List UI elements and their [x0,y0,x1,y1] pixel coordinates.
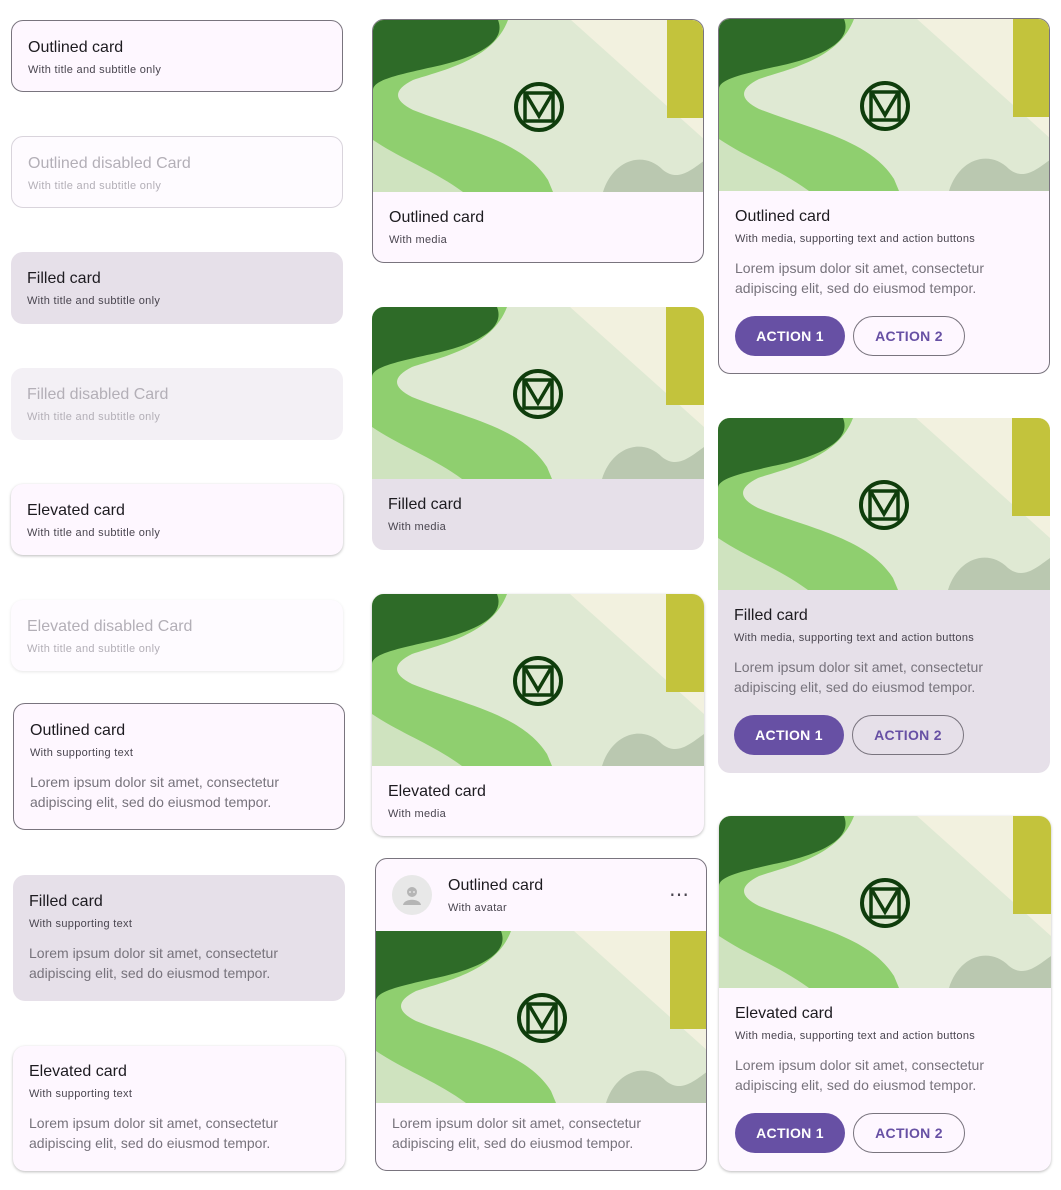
card-media [718,418,1050,590]
media-artwork [719,816,1051,988]
card-subtitle: With media, supporting text and action b… [735,1030,976,1042]
card-media [376,931,706,1103]
card-subtitle: With media, supporting text and action b… [734,632,975,644]
more-horizontal-icon[interactable]: ⋯ [669,885,690,905]
media-artwork [373,20,703,192]
media-artwork [376,931,706,1103]
card-title: Elevated disabled Card [27,618,193,635]
person-avatar-icon [403,887,421,905]
action-1-button[interactable]: ACTION 1 [734,715,844,755]
card-subtitle: With title and subtitle only [27,643,161,655]
card-title: Filled disabled Card [27,386,169,403]
card-media [373,20,703,192]
supporting-text: Lorem ipsum dolor sit amet, consectetur … [29,1115,278,1151]
filled-full-card[interactable]: Filled card With media, supporting text … [718,418,1050,773]
card-subtitle: With title and subtitle only [27,527,161,539]
outlined-media-card[interactable]: Outlined card With media [372,19,704,263]
outlined-card[interactable]: Outlined card With title and subtitle on… [11,20,343,92]
filled-card[interactable]: Filled card With title and subtitle only [11,252,343,324]
supporting-text: Lorem ipsum dolor sit amet, consectetur … [735,260,984,296]
outlined-full-card[interactable]: Outlined card With media, supporting tex… [718,18,1050,374]
card-subtitle: With supporting text [29,918,133,930]
card-title: Filled card [27,270,101,287]
card-subtitle: With avatar [448,901,507,914]
card-subtitle: With media, supporting text and action b… [735,233,976,245]
card-subtitle: With media [388,521,447,533]
supporting-text: Lorem ipsum dolor sit amet, consectetur … [30,774,279,810]
card-subtitle: With title and subtitle only [28,180,162,192]
card-title: Filled card [388,496,462,513]
media-artwork [718,418,1050,590]
elevated-disabled-card: Elevated disabled Card With title and su… [11,600,343,671]
filled-media-card[interactable]: Filled card With media [372,307,704,550]
card-title: Outlined disabled Card [28,155,191,172]
card-title: Elevated card [388,783,486,800]
media-artwork [372,594,704,766]
supporting-text: Lorem ipsum dolor sit amet, consectetur … [735,1057,984,1093]
card-subtitle: With title and subtitle only [27,411,161,423]
supporting-text: Lorem ipsum dolor sit amet, consectetur … [392,1115,641,1151]
filled-disabled-card: Filled disabled Card With title and subt… [11,368,343,440]
elevated-supporting-card[interactable]: Elevated card With supporting text Lorem… [13,1046,345,1171]
card-media [372,307,704,479]
card-subtitle: With title and subtitle only [27,295,161,307]
card-title: Filled card [29,893,103,910]
card-subtitle: With supporting text [29,1088,133,1100]
supporting-text: Lorem ipsum dolor sit amet, consectetur … [734,659,983,695]
elevated-full-card[interactable]: Elevated card With media, supporting tex… [719,816,1051,1171]
card-media [372,594,704,766]
card-title: Outlined card [735,208,831,225]
card-title: Outlined card [448,876,544,894]
card-title: Elevated card [735,1005,833,1022]
action-1-button[interactable]: ACTION 1 [735,1113,845,1153]
card-title: Elevated card [29,1063,127,1080]
avatar [392,875,432,915]
card-subtitle: With media [388,808,447,820]
card-title: Outlined card [389,209,485,226]
card-media [719,816,1051,988]
card-title: Outlined card [30,722,126,739]
card-media [719,19,1049,191]
action-1-button[interactable]: ACTION 1 [735,316,845,356]
card-subtitle: With title and subtitle only [28,64,162,76]
card-title: Filled card [734,607,808,624]
elevated-media-card[interactable]: Elevated card With media [372,594,704,836]
card-title: Elevated card [27,502,125,519]
elevated-card[interactable]: Elevated card With title and subtitle on… [11,484,343,555]
media-artwork [719,19,1049,191]
outlined-disabled-card: Outlined disabled Card With title and su… [11,136,343,208]
supporting-text: Lorem ipsum dolor sit amet, consectetur … [29,945,278,981]
action-2-button[interactable]: ACTION 2 [853,1113,965,1153]
card-title: Outlined card [28,39,124,56]
outlined-avatar-card[interactable]: Outlined card With avatar ⋯ Lorem ipsum … [375,858,707,1171]
outlined-supporting-card[interactable]: Outlined card With supporting text Lorem… [13,703,345,830]
media-artwork [372,307,704,479]
action-2-button[interactable]: ACTION 2 [852,715,964,755]
filled-supporting-card[interactable]: Filled card With supporting text Lorem i… [13,875,345,1001]
card-subtitle: With supporting text [30,747,134,759]
action-2-button[interactable]: ACTION 2 [853,316,965,356]
card-subtitle: With media [389,234,448,246]
